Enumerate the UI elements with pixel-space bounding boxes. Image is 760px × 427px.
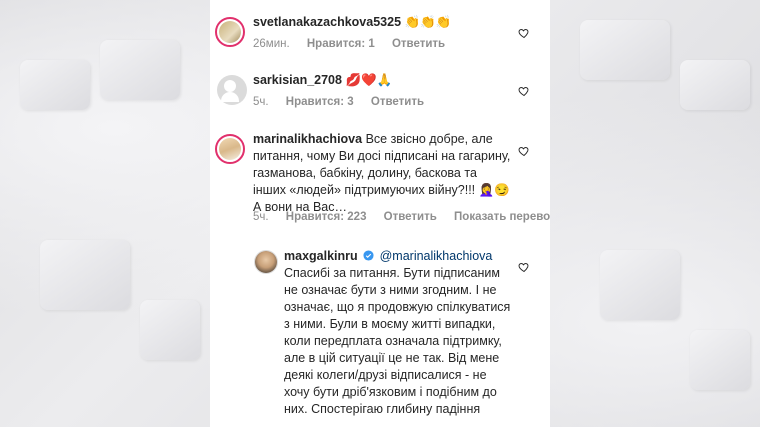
comments-panel: svetlanakazachkova5325 👏👏👏 26мин. Нравит… [210, 0, 550, 427]
background-tile [20, 60, 90, 110]
background-tile [140, 300, 200, 360]
reply-button[interactable]: Ответить [384, 211, 437, 223]
heart-outline-icon[interactable] [518, 85, 530, 97]
comment-text: maxgalkinru @marinalikhachiova Спасибі з… [284, 248, 514, 418]
avatar[interactable] [217, 75, 247, 105]
background-tile [680, 60, 750, 110]
comment-time: 5ч. [253, 96, 269, 108]
heart-outline-icon[interactable] [518, 145, 530, 157]
comment-item: sarkisian_2708 💋❤️🙏 5ч. Нравится: 3 Отве… [210, 60, 550, 122]
comment-time: 5ч. [253, 211, 269, 223]
heart-outline-icon[interactable] [518, 261, 530, 273]
comment-text: sarkisian_2708 💋❤️🙏 [253, 72, 513, 89]
reply-button[interactable]: Ответить [371, 96, 424, 108]
comment-body: 👏👏👏 [404, 15, 452, 29]
comment-meta: 5ч. Нравится: 223 Ответить Показать пере… [253, 211, 550, 223]
comment-body: 💋❤️🙏 [345, 73, 393, 87]
comment-username[interactable]: maxgalkinru [284, 249, 358, 263]
verified-badge-icon [363, 250, 374, 261]
comment-meta: 26мин. Нравится: 1 Ответить [253, 38, 459, 50]
background-tile [580, 20, 670, 80]
comment-username[interactable]: svetlanakazachkova5325 [253, 15, 401, 29]
avatar[interactable] [215, 134, 245, 164]
reply-button[interactable]: Ответить [392, 38, 445, 50]
avatar[interactable] [254, 250, 278, 274]
comment-username[interactable]: marinalikhachiova [253, 132, 362, 146]
comment-mention[interactable]: @marinalikhachiova [380, 249, 493, 263]
comment-time: 26мин. [253, 38, 290, 50]
background-tile [690, 330, 750, 390]
heart-outline-icon[interactable] [518, 27, 530, 39]
comment-text: svetlanakazachkova5325 👏👏👏 [253, 14, 513, 31]
comment-meta: 5ч. Нравится: 3 Ответить [253, 96, 438, 108]
comment-likes[interactable]: Нравится: 223 [286, 211, 367, 223]
show-translation-button[interactable]: Показать перевод [454, 211, 550, 223]
background-tile [600, 250, 680, 320]
reply-item: maxgalkinru @marinalikhachiova Спасибі з… [210, 242, 550, 427]
comment-body: Спасибі за питання. Бути підписаним не о… [284, 266, 511, 416]
comment-likes[interactable]: Нравится: 3 [286, 96, 354, 108]
comment-username[interactable]: sarkisian_2708 [253, 73, 342, 87]
comment-likes[interactable]: Нравится: 1 [307, 38, 375, 50]
comment-item: svetlanakazachkova5325 👏👏👏 26мин. Нравит… [210, 0, 550, 60]
comment-item: marinalikhachiova Все звісно добре, але … [210, 122, 550, 242]
background-tile [100, 40, 180, 100]
background-tile [40, 240, 130, 310]
comment-text: marinalikhachiova Все звісно добре, але … [253, 131, 511, 216]
avatar[interactable] [215, 17, 245, 47]
